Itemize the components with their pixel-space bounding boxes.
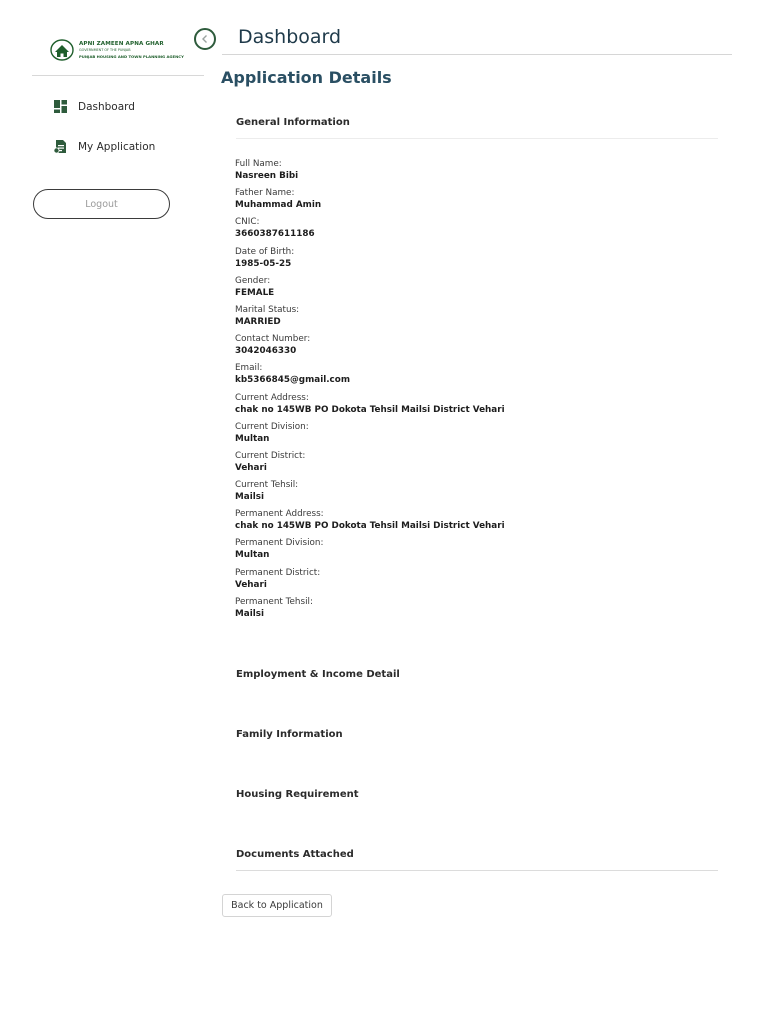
dashboard-grid-icon (54, 100, 67, 113)
field-current-district: Current District: Vehari (235, 451, 715, 480)
section-title: Application Details (221, 68, 392, 87)
field-label: Marital Status: (235, 304, 300, 315)
sidebar-item-dashboard[interactable]: Dashboard (53, 99, 135, 114)
field-label: Current Division: (235, 421, 309, 432)
field-cnic: CNIC: 3660387611186 (235, 217, 715, 246)
field-label: Full Name: (235, 159, 282, 169)
field-email: Email: kb5366845@gmail.com (235, 363, 715, 392)
family-information-heading[interactable]: Family Information (236, 729, 343, 740)
field-contact-number: Contact Number: 3042046330 (235, 334, 715, 363)
sidebar: APNI ZAMEEN APNA GHAR GOVERNMENT OF THE … (0, 0, 210, 1024)
field-value: chak no 145WB PO Dokota Tehsil Mailsi Di… (235, 521, 505, 532)
field-value: Mailsi (235, 608, 264, 619)
field-value: 3042046330 (235, 346, 297, 357)
field-current-address: Current Address: chak no 145WB PO Dokota… (235, 393, 715, 422)
logout-button[interactable]: Logout (33, 189, 170, 219)
field-value: Vehari (235, 462, 267, 473)
general-information-fields: Full Name: Nasreen Bibi Father Name: Muh… (235, 159, 715, 626)
logo-subtitle: GOVERNMENT OF THE PUNJAB (79, 48, 131, 53)
field-date-of-birth: Date of Birth: 1985-05-25 (235, 247, 715, 276)
field-label: Permanent Division: (235, 538, 324, 549)
field-label: Email: (235, 363, 263, 374)
field-current-division: Current Division: Multan (235, 422, 715, 451)
sidebar-item-label: Dashboard (78, 100, 135, 113)
field-label: Permanent Tehsil: (235, 596, 313, 607)
sidebar-item-my-application[interactable]: My Application (53, 139, 155, 154)
field-full-name: Full Name: Nasreen Bibi (235, 159, 715, 188)
field-label: CNIC: (235, 217, 260, 228)
page-title: Dashboard (238, 26, 342, 48)
back-to-application-button[interactable]: Back to Application (222, 894, 332, 917)
field-label: Gender: (235, 275, 271, 286)
field-label: Current Address: (235, 392, 309, 403)
logo: APNI ZAMEEN APNA GHAR GOVERNMENT OF THE … (50, 38, 190, 62)
field-permanent-district: Permanent District: Vehari (235, 568, 715, 597)
field-value: Vehari (235, 579, 267, 590)
sidebar-item-label: My Application (78, 140, 156, 153)
field-permanent-division: Permanent Division: Multan (235, 538, 715, 567)
field-label: Date of Birth: (235, 246, 295, 257)
section-divider (236, 870, 718, 871)
field-value: MARRIED (235, 316, 281, 327)
field-value: chak no 145WB PO Dokota Tehsil Mailsi Di… (235, 404, 505, 415)
emblem-icon (50, 39, 74, 61)
logo-title: APNI ZAMEEN APNA GHAR (79, 40, 164, 47)
field-value: Muhammad Amin (235, 200, 322, 211)
header-divider (222, 54, 732, 55)
field-permanent-address: Permanent Address: chak no 145WB PO Doko… (235, 509, 715, 538)
documents-attached-heading[interactable]: Documents Attached (236, 849, 354, 860)
field-value: Mailsi (235, 492, 264, 503)
field-value: FEMALE (235, 287, 275, 298)
field-label: Current Tehsil: (235, 480, 299, 491)
field-value: Nasreen Bibi (235, 171, 299, 181)
document-icon (53, 140, 66, 154)
field-label: Permanent District: (235, 567, 321, 578)
sidebar-divider (32, 75, 204, 76)
field-permanent-tehsil: Permanent Tehsil: Mailsi (235, 597, 715, 626)
field-value: Multan (235, 433, 270, 444)
field-father-name: Father Name: Muhammad Amin (235, 188, 715, 217)
field-value: 1985-05-25 (235, 258, 292, 269)
general-information-heading[interactable]: General Information (236, 117, 350, 128)
section-divider (236, 138, 718, 139)
field-label: Contact Number: (235, 334, 311, 345)
collapse-sidebar-button[interactable] (194, 28, 216, 50)
housing-requirement-heading[interactable]: Housing Requirement (236, 789, 359, 800)
field-value: kb5366845@gmail.com (235, 375, 350, 386)
field-value: 3660387611186 (235, 229, 315, 240)
employment-income-heading[interactable]: Employment & Income Detail (236, 669, 400, 680)
field-label: Permanent Address: (235, 509, 324, 520)
field-label: Current District: (235, 450, 306, 461)
field-current-tehsil: Current Tehsil: Mailsi (235, 480, 715, 509)
field-gender: Gender: FEMALE (235, 276, 715, 305)
field-label: Father Name: (235, 188, 295, 199)
field-marital-status: Marital Status: MARRIED (235, 305, 715, 334)
field-value: Multan (235, 550, 270, 561)
chevron-left-icon (202, 35, 207, 43)
logo-agency: PUNJAB HOUSING AND TOWN PLANNING AGENCY (79, 53, 184, 59)
